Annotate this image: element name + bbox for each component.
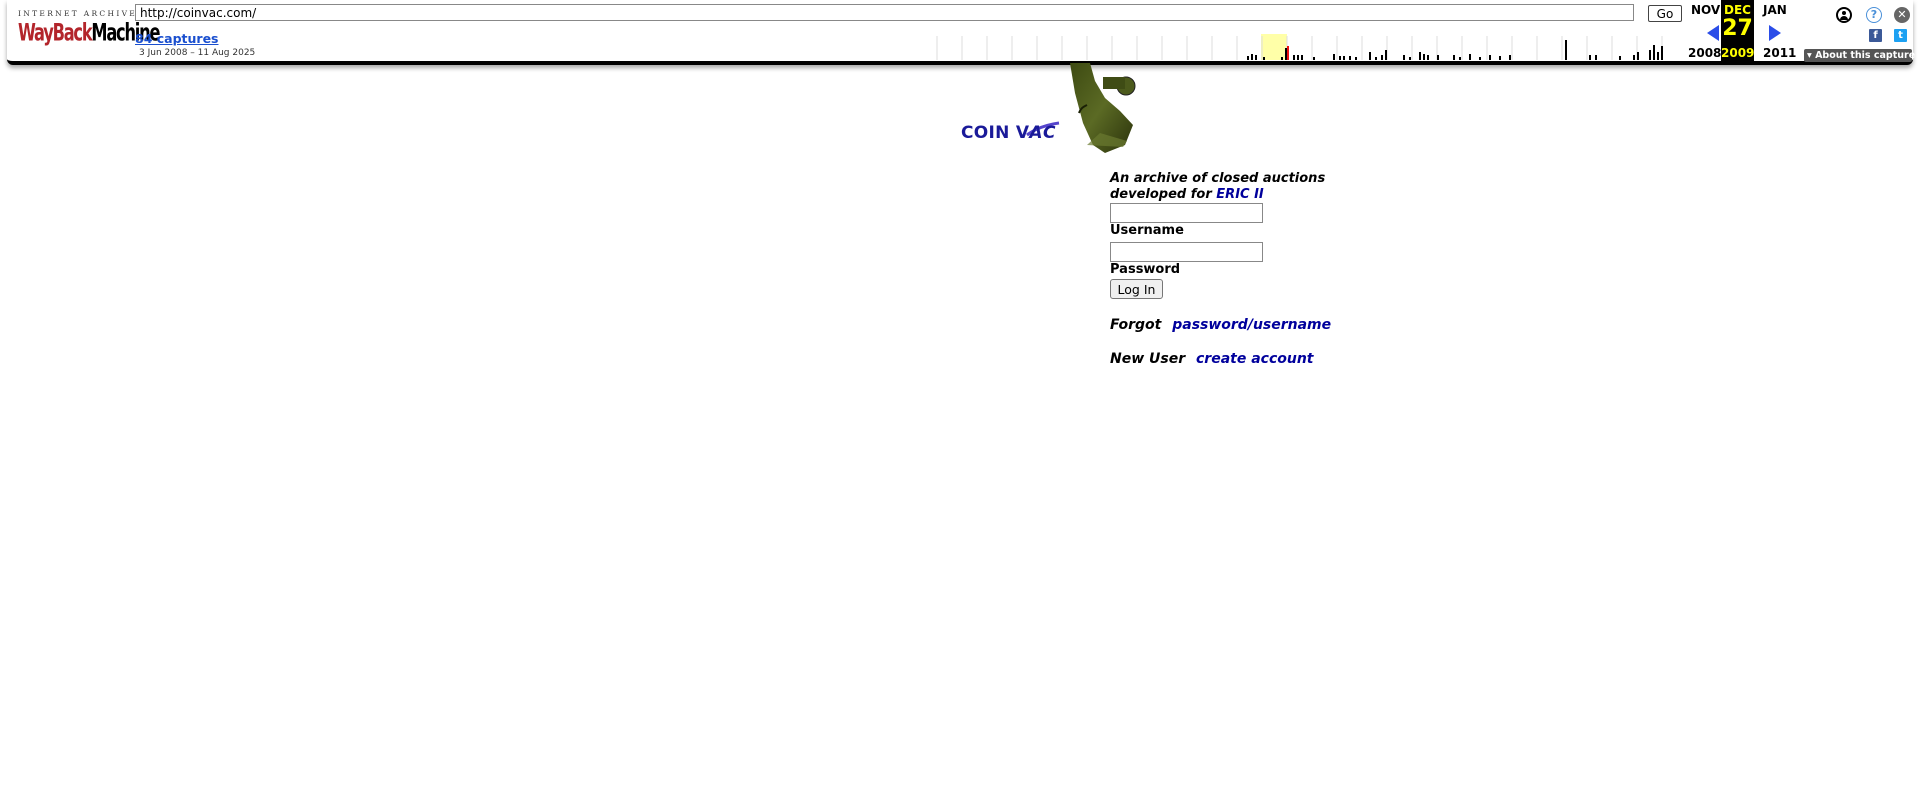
wayback-wordmark-back: Back [52,19,93,48]
prev-year-label[interactable]: 2008 [1688,46,1721,60]
current-capture-date: DEC 27 2009 [1721,0,1754,61]
sparkline-current-capture-marker [1287,46,1289,60]
close-icon[interactable]: ✕ [1894,7,1910,23]
sparkline-capture-bar [1409,57,1411,60]
sparkline-current-year-highlight [1261,34,1287,60]
sparkline-capture-bar [1255,55,1257,60]
current-month: DEC [1724,3,1751,17]
create-account-link[interactable]: create account [1196,351,1314,367]
user-account-icon[interactable] [1836,7,1852,23]
wayback-url-input[interactable] [135,4,1634,21]
username-label: Username [1110,223,1184,238]
eric-ii-link[interactable]: ERIC II [1216,187,1263,202]
sparkline-capture-bar [1637,52,1639,60]
next-month-label[interactable]: JAN [1763,3,1787,17]
sparkline-capture-bar [1369,52,1371,60]
sparkline-capture-bar [1285,48,1287,60]
username-input[interactable] [1110,203,1263,223]
sparkline-capture-bar [1427,55,1429,60]
sparkline-capture-bar [1489,55,1491,60]
facebook-icon[interactable]: f [1869,29,1882,42]
sparkline-capture-bar [1251,54,1253,60]
sparkline-capture-bar [1459,57,1461,60]
sparkline-capture-bar [1247,56,1249,60]
sparkline-capture-bar [1633,55,1635,60]
sparkline-capture-bar [1333,54,1335,60]
current-year: 2009 [1721,46,1755,60]
site-tagline: An archive of closed auctions developed … [1110,171,1326,202]
sparkline-capture-bar [1301,55,1303,60]
sparkline-capture-bar [1343,56,1345,60]
about-capture-button[interactable]: ▾ About this capture [1804,49,1915,62]
captures-link[interactable]: 84 captures [135,31,219,46]
forgot-password-link[interactable]: password/username [1172,317,1331,333]
sparkline-capture-bar [1619,56,1621,60]
sparkline-capture-bar [1313,57,1315,60]
sparkline-capture-bar [1355,57,1357,60]
prev-month-label[interactable]: NOV [1691,3,1720,17]
sparkline-capture-bar [1339,56,1341,60]
sparkline-capture-bar [1293,55,1295,60]
sparkline-capture-bar [1381,55,1383,60]
login-panel: An archive of closed auctions developed … [1110,171,1331,367]
current-day: 27 [1722,16,1753,41]
sparkline-capture-bar [1649,50,1651,60]
sparkline-capture-bar [1479,57,1481,60]
sparkline-capture-bar [1263,57,1265,60]
log-in-button[interactable]: Log In [1110,279,1163,299]
capture-date-range: 3 Jun 2008 – 11 Aug 2025 [139,48,256,58]
sparkline-capture-bar [1419,52,1421,60]
wayback-wordmark-way: Way [18,19,54,48]
sparkline-capture-bar [1661,46,1663,60]
sparkline-capture-bar [1437,55,1439,60]
sparkline-capture-bar [1349,56,1351,60]
sparkline-capture-bar [1297,55,1299,60]
password-label: Password [1110,262,1181,277]
sparkline-capture-bar [1653,45,1655,60]
twitter-icon[interactable]: t [1894,29,1907,42]
sparkline-capture-bar [1499,56,1501,60]
go-button[interactable]: Go [1648,5,1682,22]
wayback-logo[interactable]: INTERNET ARCHIVE WayBackMachine [18,9,160,49]
next-year-label[interactable]: 2011 [1763,46,1796,60]
sparkline-capture-bar [1509,55,1511,60]
new-user-row: New User create account [1110,351,1314,367]
sparkline-capture-bar [1385,50,1387,60]
password-input[interactable] [1110,242,1263,262]
next-capture-arrow-icon[interactable] [1769,25,1781,41]
coinvac-wordmark: COIN VAC [961,123,1057,143]
sparkline-capture-bar [1281,57,1283,60]
wayback-toolbar: INTERNET ARCHIVE WayBackMachine Go 84 ca… [7,0,1915,65]
sparkline-capture-bar [1423,54,1425,60]
prev-capture-arrow-icon[interactable] [1707,25,1719,41]
sparkline-capture-bar [1453,55,1455,60]
sparkline-capture-bar [1469,54,1471,60]
internet-archive-label: INTERNET ARCHIVE [18,9,138,18]
sparkline-capture-bar [1375,57,1377,60]
help-icon[interactable]: ? [1866,7,1882,23]
capture-sparkline[interactable] [929,32,1677,60]
sparkline-capture-bar [1589,55,1591,60]
sparkline-capture-bar [1657,52,1659,60]
sparkline-capture-bar [1595,55,1597,60]
sparkline-capture-bar [1565,40,1567,60]
sparkline-capture-bar [1403,55,1405,60]
forgot-row: Forgot password/username [1110,317,1332,333]
